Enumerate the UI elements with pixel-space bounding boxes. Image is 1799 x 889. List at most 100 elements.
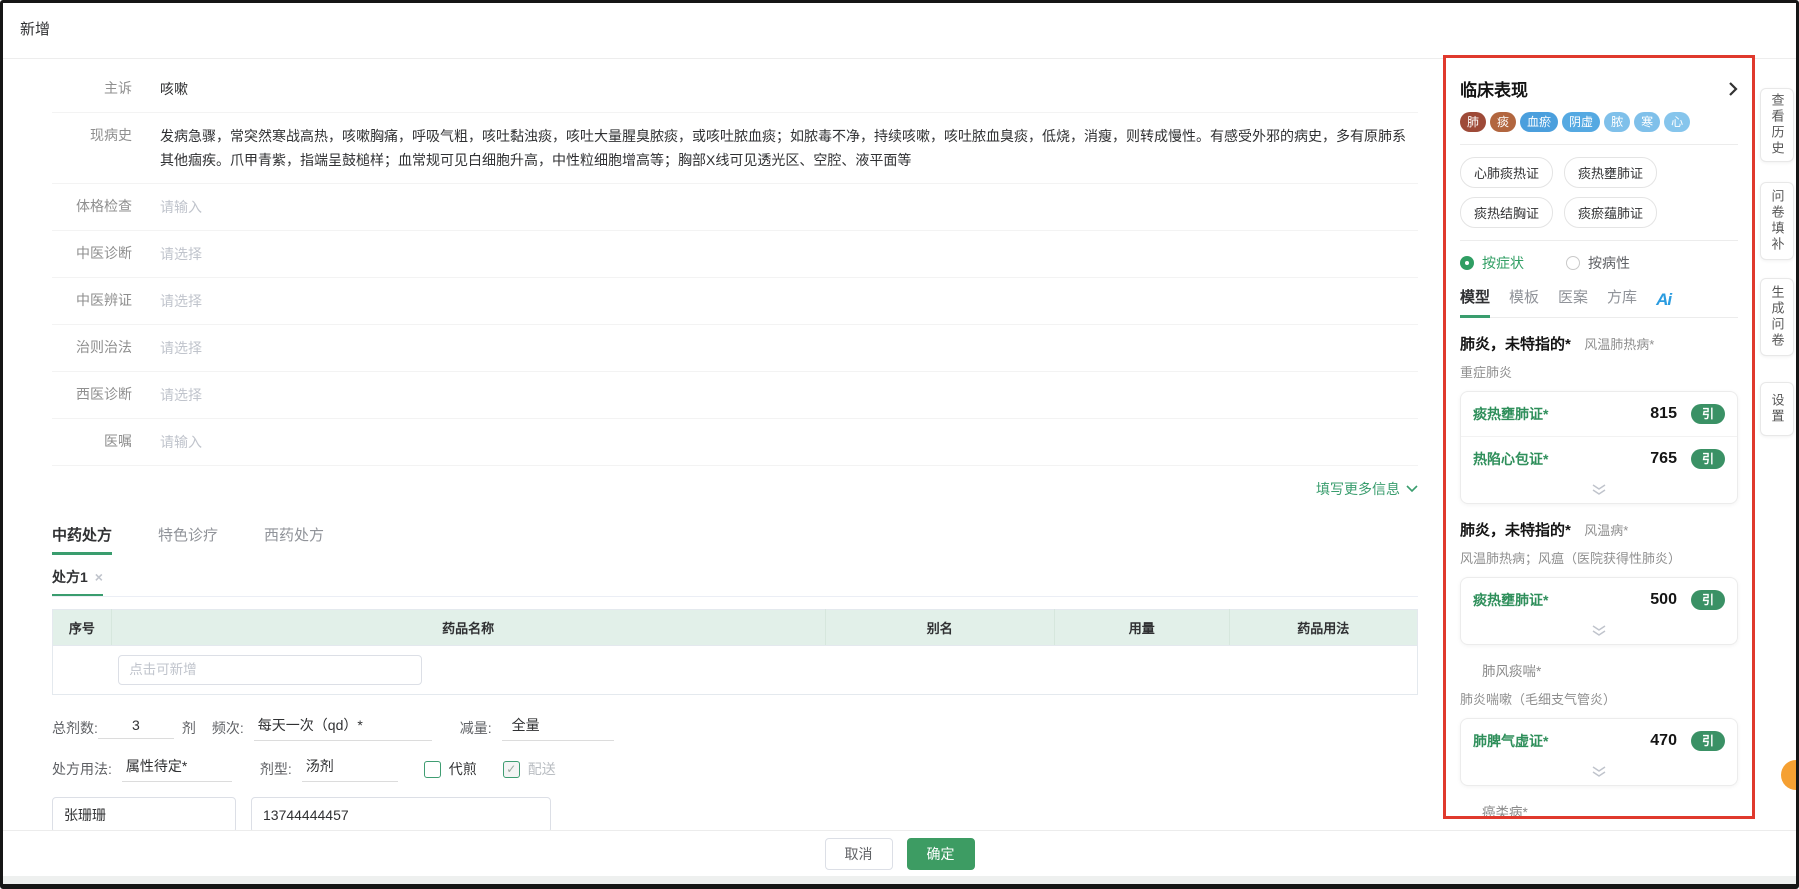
- form-row-western-diagnosis: 西医诊断 请选择: [52, 372, 1418, 419]
- decoct-checkbox[interactable]: 代煎: [424, 759, 477, 779]
- patient-phone-input[interactable]: 13744444457: [251, 797, 551, 833]
- syndrome-card: 痰热壅肺证* 815 引 热陷心包证* 765 引: [1460, 391, 1738, 504]
- tcm-diagnosis-label: 中医诊断: [52, 242, 132, 264]
- cite-button[interactable]: 引: [1691, 731, 1725, 751]
- cite-button[interactable]: 引: [1691, 449, 1725, 469]
- double-chevron-down-icon: [1591, 484, 1607, 495]
- tab-special-treatment[interactable]: 特色诊疗: [158, 524, 218, 555]
- patient-name-input[interactable]: 张珊珊: [52, 797, 236, 833]
- tab-model[interactable]: 模型: [1460, 286, 1490, 318]
- tcm-syndrome-label: 中医辨证: [52, 289, 132, 311]
- syndrome-card: 肺脾气虚证* 470 引: [1460, 718, 1738, 786]
- tab-medical-case[interactable]: 医案: [1558, 286, 1588, 317]
- total-doses-input[interactable]: 3: [98, 717, 174, 739]
- group-desc: 风温肺热病；风瘟（医院获得性肺炎）: [1460, 548, 1738, 567]
- tab-template[interactable]: 模板: [1509, 286, 1539, 317]
- western-diagnosis-select[interactable]: 请选择: [160, 383, 1418, 407]
- cite-button[interactable]: 引: [1691, 404, 1725, 424]
- tag-cold[interactable]: 寒: [1634, 112, 1660, 132]
- cite-button[interactable]: 引: [1691, 590, 1725, 610]
- page-title: 新增: [20, 18, 50, 39]
- form-row-tcm-syndrome: 中医辨证 请选择: [52, 278, 1418, 325]
- syndrome-pill[interactable]: 痰瘀蕴肺证: [1564, 197, 1657, 228]
- clinical-manifestation-panel: 临床表现 肺 痰 血瘀 阴虚 脓 寒 心 心肺痰热证 痰热壅肺证 痰热结胸证 痰…: [1443, 55, 1755, 819]
- cancel-button[interactable]: 取消: [825, 838, 893, 870]
- confirm-button[interactable]: 确定: [907, 838, 975, 870]
- tag-phlegm[interactable]: 痰: [1490, 112, 1516, 132]
- diagnosis-group: 肺炎，未特指的* 风温肺热病* 重症肺炎 痰热壅肺证* 815 引 热陷心包证*…: [1460, 333, 1738, 504]
- syndrome-name[interactable]: 热陷心包证*: [1473, 449, 1548, 469]
- double-chevron-down-icon: [1591, 766, 1607, 777]
- physical-exam-label: 体格检查: [52, 195, 132, 217]
- checkbox-unchecked-icon[interactable]: [424, 761, 441, 778]
- tag-pus[interactable]: 脓: [1604, 112, 1630, 132]
- tag-yin-deficiency[interactable]: 阴虚: [1562, 112, 1600, 132]
- ai-tab-icon[interactable]: Ai: [1656, 290, 1671, 317]
- close-icon[interactable]: ×: [95, 569, 103, 585]
- dosage-form-select[interactable]: 汤剂: [302, 756, 398, 782]
- delivery-checkbox[interactable]: 配送: [503, 759, 556, 779]
- diagnosis-group: 肺炎，未特指的* 风温病* 风温肺热病；风瘟（医院获得性肺炎） 痰热壅肺证* 5…: [1460, 519, 1738, 645]
- syndrome-row: 痰热壅肺证* 815 引: [1461, 392, 1737, 436]
- side-tab-settings[interactable]: 设置: [1760, 382, 1794, 436]
- group-title-row: 癌类病*: [1460, 801, 1738, 819]
- syndrome-pill[interactable]: 心肺痰热证: [1460, 157, 1553, 188]
- tag-lung[interactable]: 肺: [1460, 112, 1486, 132]
- usage-select[interactable]: 属性待定*: [122, 756, 232, 782]
- group-title-aside: 风温肺热病*: [1584, 337, 1654, 352]
- radio-by-disease-nature[interactable]: 按病性: [1566, 253, 1630, 273]
- radio-unselected-icon: [1566, 256, 1580, 270]
- syndrome-count: 500: [1650, 591, 1677, 609]
- syndrome-name[interactable]: 肺脾气虚证*: [1473, 731, 1548, 751]
- tab-formula-library[interactable]: 方库: [1607, 286, 1637, 317]
- group-title-row: 肺风痰喘*: [1460, 660, 1738, 681]
- prescription-tabs: 中药处方 特色诊疗 西药处方: [52, 524, 1418, 555]
- col-dosage: 用量: [1054, 610, 1229, 646]
- treatment-principle-label: 治则治法: [52, 336, 132, 358]
- expand-chevron[interactable]: [1461, 481, 1737, 503]
- physical-exam-input[interactable]: 请输入: [160, 195, 1418, 219]
- side-tab-generate-questionnaire[interactable]: 生成问卷: [1760, 278, 1794, 356]
- add-drug-input[interactable]: 点击可新增: [118, 655, 422, 685]
- tab-western-prescription[interactable]: 西药处方: [264, 524, 324, 555]
- chief-complaint-input[interactable]: 咳嗽: [160, 77, 1418, 101]
- radio-selected-icon: [1460, 256, 1474, 270]
- syndrome-name[interactable]: 痰热壅肺证*: [1473, 404, 1548, 424]
- panel-title: 临床表现: [1460, 76, 1528, 101]
- double-chevron-down-icon: [1591, 625, 1607, 636]
- group-title-row: 肺炎，未特指的* 风温肺热病*: [1460, 333, 1738, 354]
- checkbox-checked-icon[interactable]: [503, 761, 520, 778]
- present-illness-label: 现病史: [52, 124, 132, 146]
- fill-more-info-link[interactable]: 填写更多信息: [1316, 479, 1418, 499]
- side-tab-questionnaire-fill[interactable]: 问卷填补: [1760, 182, 1794, 260]
- mode-radios: 按症状 按病性: [1460, 253, 1738, 273]
- patient-row: 张珊珊 13744444457: [52, 797, 1418, 833]
- tab-chinese-prescription[interactable]: 中药处方: [52, 524, 112, 555]
- frequency-select[interactable]: 每天一次（qd）*: [254, 715, 432, 741]
- group-desc: 肺炎喘嗽（毛细支气管炎）: [1460, 689, 1738, 708]
- treatment-principle-select[interactable]: 请选择: [160, 336, 1418, 360]
- tcm-syndrome-select[interactable]: 请选择: [160, 289, 1418, 313]
- tag-heart[interactable]: 心: [1664, 112, 1690, 132]
- side-tab-view-history[interactable]: 查看历史: [1760, 88, 1794, 162]
- syndrome-pill[interactable]: 痰热结胸证: [1460, 197, 1553, 228]
- expand-chevron[interactable]: [1461, 763, 1737, 785]
- group-title: 肺炎，未特指的*: [1460, 336, 1571, 353]
- radio-by-symptom[interactable]: 按症状: [1460, 253, 1524, 273]
- dosage-form-label: 剂型:: [260, 759, 292, 779]
- tcm-diagnosis-select[interactable]: 请选择: [160, 242, 1418, 266]
- expand-chevron[interactable]: [1461, 622, 1737, 644]
- floating-action-dot[interactable]: [1781, 760, 1799, 790]
- chevron-right-icon[interactable]: [1728, 81, 1738, 97]
- reduction-select[interactable]: 全量: [502, 715, 614, 741]
- diagnosis-group: 肺风痰喘* 肺炎喘嗽（毛细支气管炎） 肺脾气虚证* 470 引: [1460, 660, 1738, 786]
- present-illness-input[interactable]: 发病急骤，常突然寒战高热，咳嗽胸痛，呼吸气粗，咳吐黏浊痰，咳吐大量腥臭脓痰，或咳…: [160, 124, 1418, 172]
- form-row-chief-complaint: 主诉 咳嗽: [52, 66, 1418, 113]
- syndrome-pill[interactable]: 痰热壅肺证: [1564, 157, 1657, 188]
- doctor-advice-input[interactable]: 请输入: [160, 430, 1418, 454]
- syndrome-name[interactable]: 痰热壅肺证*: [1473, 590, 1548, 610]
- medical-record-form: 主诉 咳嗽 现病史 发病急骤，常突然寒战高热，咳嗽胸痛，呼吸气粗，咳吐黏浊痰，咳…: [52, 66, 1418, 499]
- prescription-1-tab[interactable]: 处方1×: [52, 567, 103, 596]
- syndrome-count: 470: [1650, 732, 1677, 750]
- tag-blood-stasis[interactable]: 血瘀: [1520, 112, 1558, 132]
